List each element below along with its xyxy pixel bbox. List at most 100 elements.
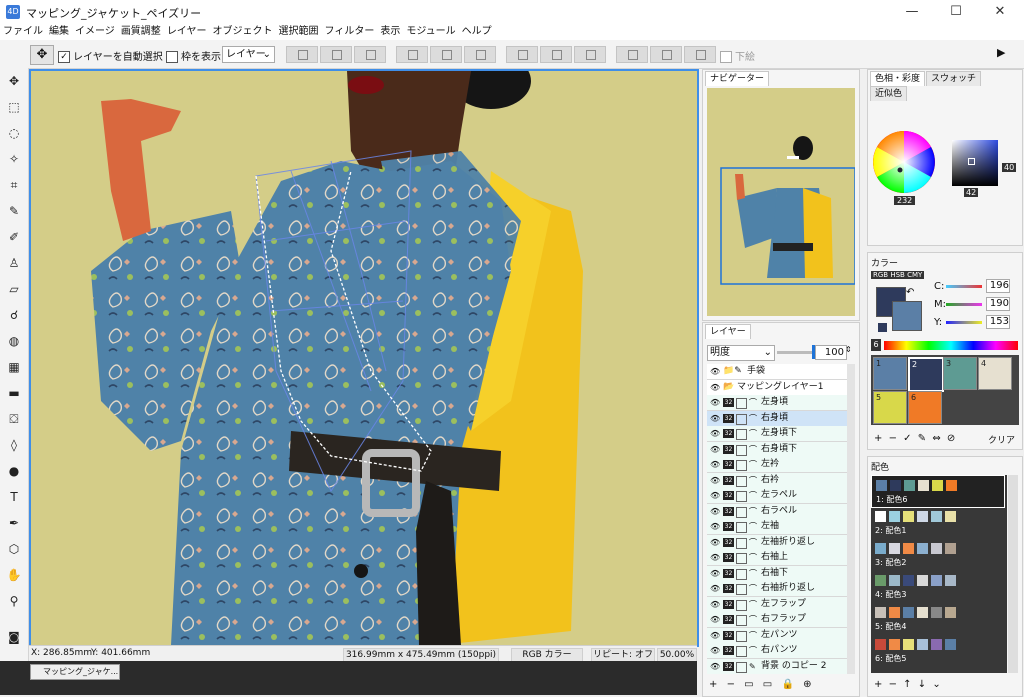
distribute-middle-button[interactable]	[650, 46, 682, 63]
hue-wheel[interactable]	[872, 130, 936, 194]
menu-edit[interactable]: 編集	[46, 24, 72, 40]
visibility-eye-icon[interactable]: 👁	[710, 473, 720, 488]
play-icon[interactable]: ▶	[997, 46, 1005, 59]
scheme-row[interactable]: 3: 配色2	[871, 539, 1003, 570]
tab-layers[interactable]: レイヤー	[705, 324, 751, 339]
menu-image[interactable]: イメージ	[72, 24, 118, 40]
default-colors-icon[interactable]	[878, 323, 887, 332]
layer-row[interactable]: 👁 32 ⌒ 左パンツ	[707, 627, 847, 644]
folder-icon[interactable]: ▭	[763, 679, 772, 690]
chevron-down-icon[interactable]: ⌄	[932, 679, 940, 690]
visibility-eye-icon[interactable]: 👁	[710, 426, 720, 441]
scheme-row[interactable]: 2: 配色1	[871, 507, 1003, 538]
menu-file[interactable]: ファイル	[0, 24, 46, 40]
palette-swatch[interactable]: 1	[873, 357, 907, 390]
align-middle-button[interactable]	[430, 46, 462, 63]
tab-rgb[interactable]: RGB	[873, 271, 888, 279]
layer-row[interactable]: 👁 32 ⌒ 左衿	[707, 457, 847, 473]
eyedropper-icon[interactable]: ✎	[4, 202, 24, 220]
visibility-eye-icon[interactable]: 👁	[710, 581, 720, 596]
canvas[interactable]	[29, 69, 699, 647]
pattern-icon[interactable]: ▦	[4, 358, 24, 376]
layer-row[interactable]: 👁 32 ⌒ 左フラップ	[707, 596, 847, 613]
blur-icon[interactable]: ●	[4, 462, 24, 480]
c-input[interactable]: 196	[986, 279, 1010, 293]
add-scheme-icon[interactable]: +	[874, 679, 882, 690]
saturation-value-square[interactable]	[952, 140, 998, 186]
lock-icon[interactable]: 🔒	[781, 679, 793, 690]
menu-help[interactable]: ヘルプ	[459, 24, 495, 40]
tab-hue-saturation[interactable]: 色相・彩度	[870, 71, 926, 86]
visibility-eye-icon[interactable]: 👁	[710, 628, 720, 643]
folder-icon[interactable]: 📁✎	[723, 364, 742, 379]
visibility-eye-icon[interactable]: 👁	[710, 643, 720, 658]
layer-row[interactable]: 👁 32 ⌒ 右ラペル	[707, 503, 847, 520]
visibility-eye-icon[interactable]: 👁	[710, 380, 720, 395]
layer-row[interactable]: 👁 32 ⌒ 左袖	[707, 519, 847, 535]
move-up-icon[interactable]: ↑	[903, 679, 911, 690]
delete-layer-icon[interactable]: −	[727, 679, 735, 690]
swap-colors-icon[interactable]: ↶	[906, 287, 914, 298]
layer-row[interactable]: 👁 📁✎ 手袋	[707, 364, 847, 380]
align-bottom-button[interactable]	[464, 46, 496, 63]
scheme-row[interactable]: 5: 配色4	[871, 603, 1003, 634]
text-tool-icon[interactable]: T	[4, 488, 24, 506]
add-layer-icon[interactable]: +	[709, 679, 717, 690]
layer-row[interactable]: 👁 32 ⌒ 右袖下	[707, 565, 847, 582]
minimize-button[interactable]: —	[890, 0, 934, 24]
align-right-button[interactable]	[354, 46, 386, 63]
menu-view[interactable]: 表示	[377, 24, 403, 40]
menu-adjust[interactable]: 画質調整	[118, 24, 164, 40]
eraser-icon[interactable]: ▱	[4, 280, 24, 298]
close-button[interactable]: ✕	[978, 0, 1022, 24]
menu-select[interactable]: 選択範囲	[276, 24, 322, 40]
stepper-icon[interactable]: ⇕	[845, 345, 852, 354]
target-select[interactable]: レイヤー ⌄	[222, 46, 275, 63]
align-left-button[interactable]	[286, 46, 318, 63]
tab-cmy[interactable]: CMY	[907, 271, 922, 279]
visibility-eye-icon[interactable]: 👁	[710, 519, 720, 534]
brush-icon[interactable]: ✐	[4, 228, 24, 246]
distribute-top-button[interactable]	[616, 46, 648, 63]
visibility-eye-icon[interactable]: 👁	[710, 612, 720, 627]
tab-hsb[interactable]: HSB	[890, 271, 905, 279]
visibility-eye-icon[interactable]: 👁	[710, 395, 720, 410]
zoom-tool-icon[interactable]: ⚲	[4, 592, 24, 610]
layer-row[interactable]: 👁 32 ⌒ 左身頃下	[707, 426, 847, 442]
maximize-button[interactable]: ☐	[934, 0, 978, 24]
tab-similar-colors[interactable]: 近似色	[870, 86, 908, 101]
palette-swatch[interactable]: 2	[908, 357, 944, 392]
opacity-input[interactable]: 100	[815, 345, 847, 360]
tab-swatches[interactable]: スウォッチ	[926, 71, 982, 86]
layer-row[interactable]: 👁 32 ⌒ 右袖折り返し	[707, 581, 847, 597]
layer-row[interactable]: 👁 32 ⌒ 右袖上	[707, 550, 847, 566]
pen-tool-icon[interactable]: ✒	[4, 514, 24, 532]
menu-object[interactable]: オブジェクト	[210, 24, 276, 40]
visibility-eye-icon[interactable]: 👁	[710, 659, 720, 674]
folder-icon[interactable]: 📂	[723, 380, 734, 395]
quickmask-icon[interactable]: ◙	[4, 628, 24, 646]
visibility-eye-icon[interactable]: 👁	[710, 535, 720, 550]
layer-row[interactable]: 👁 32 ⌒ 右衿	[707, 472, 847, 489]
prohibit-icon[interactable]: ⊘	[947, 433, 955, 444]
tab-navigator[interactable]: ナビゲーター	[705, 71, 770, 86]
palette-swatch[interactable]: 5	[873, 391, 907, 424]
navigator-preview[interactable]	[707, 88, 855, 316]
hand-tool-icon[interactable]: ✋	[4, 566, 24, 584]
blend-mode-select[interactable]: 明度 ⌄	[707, 345, 775, 361]
align-center-button[interactable]	[320, 46, 352, 63]
distribute-right-button[interactable]	[574, 46, 606, 63]
layer-row[interactable]: 👁 32 ⌒ 左ラペル	[707, 488, 847, 504]
crop-tool-icon[interactable]: ⌗	[4, 176, 24, 194]
scheme-row[interactable]: 4: 配色3	[871, 571, 1003, 602]
visibility-eye-icon[interactable]: 👁	[710, 457, 720, 472]
move-down-icon[interactable]: ↓	[918, 679, 926, 690]
check-icon[interactable]: ✓	[903, 433, 911, 444]
add-swatch-icon[interactable]: +	[874, 433, 882, 444]
distribute-bottom-button[interactable]	[684, 46, 716, 63]
layer-row[interactable]: 👁 32 ⌒ 右身頃下	[707, 441, 847, 458]
layer-row[interactable]: 👁 32 ⌒ 右パンツ	[707, 643, 847, 659]
auto-select-checkbox[interactable]: ✓ レイヤーを自動選択	[58, 48, 163, 63]
clear-button[interactable]: クリア	[988, 433, 1015, 446]
spectrum-bar[interactable]	[884, 341, 1018, 350]
